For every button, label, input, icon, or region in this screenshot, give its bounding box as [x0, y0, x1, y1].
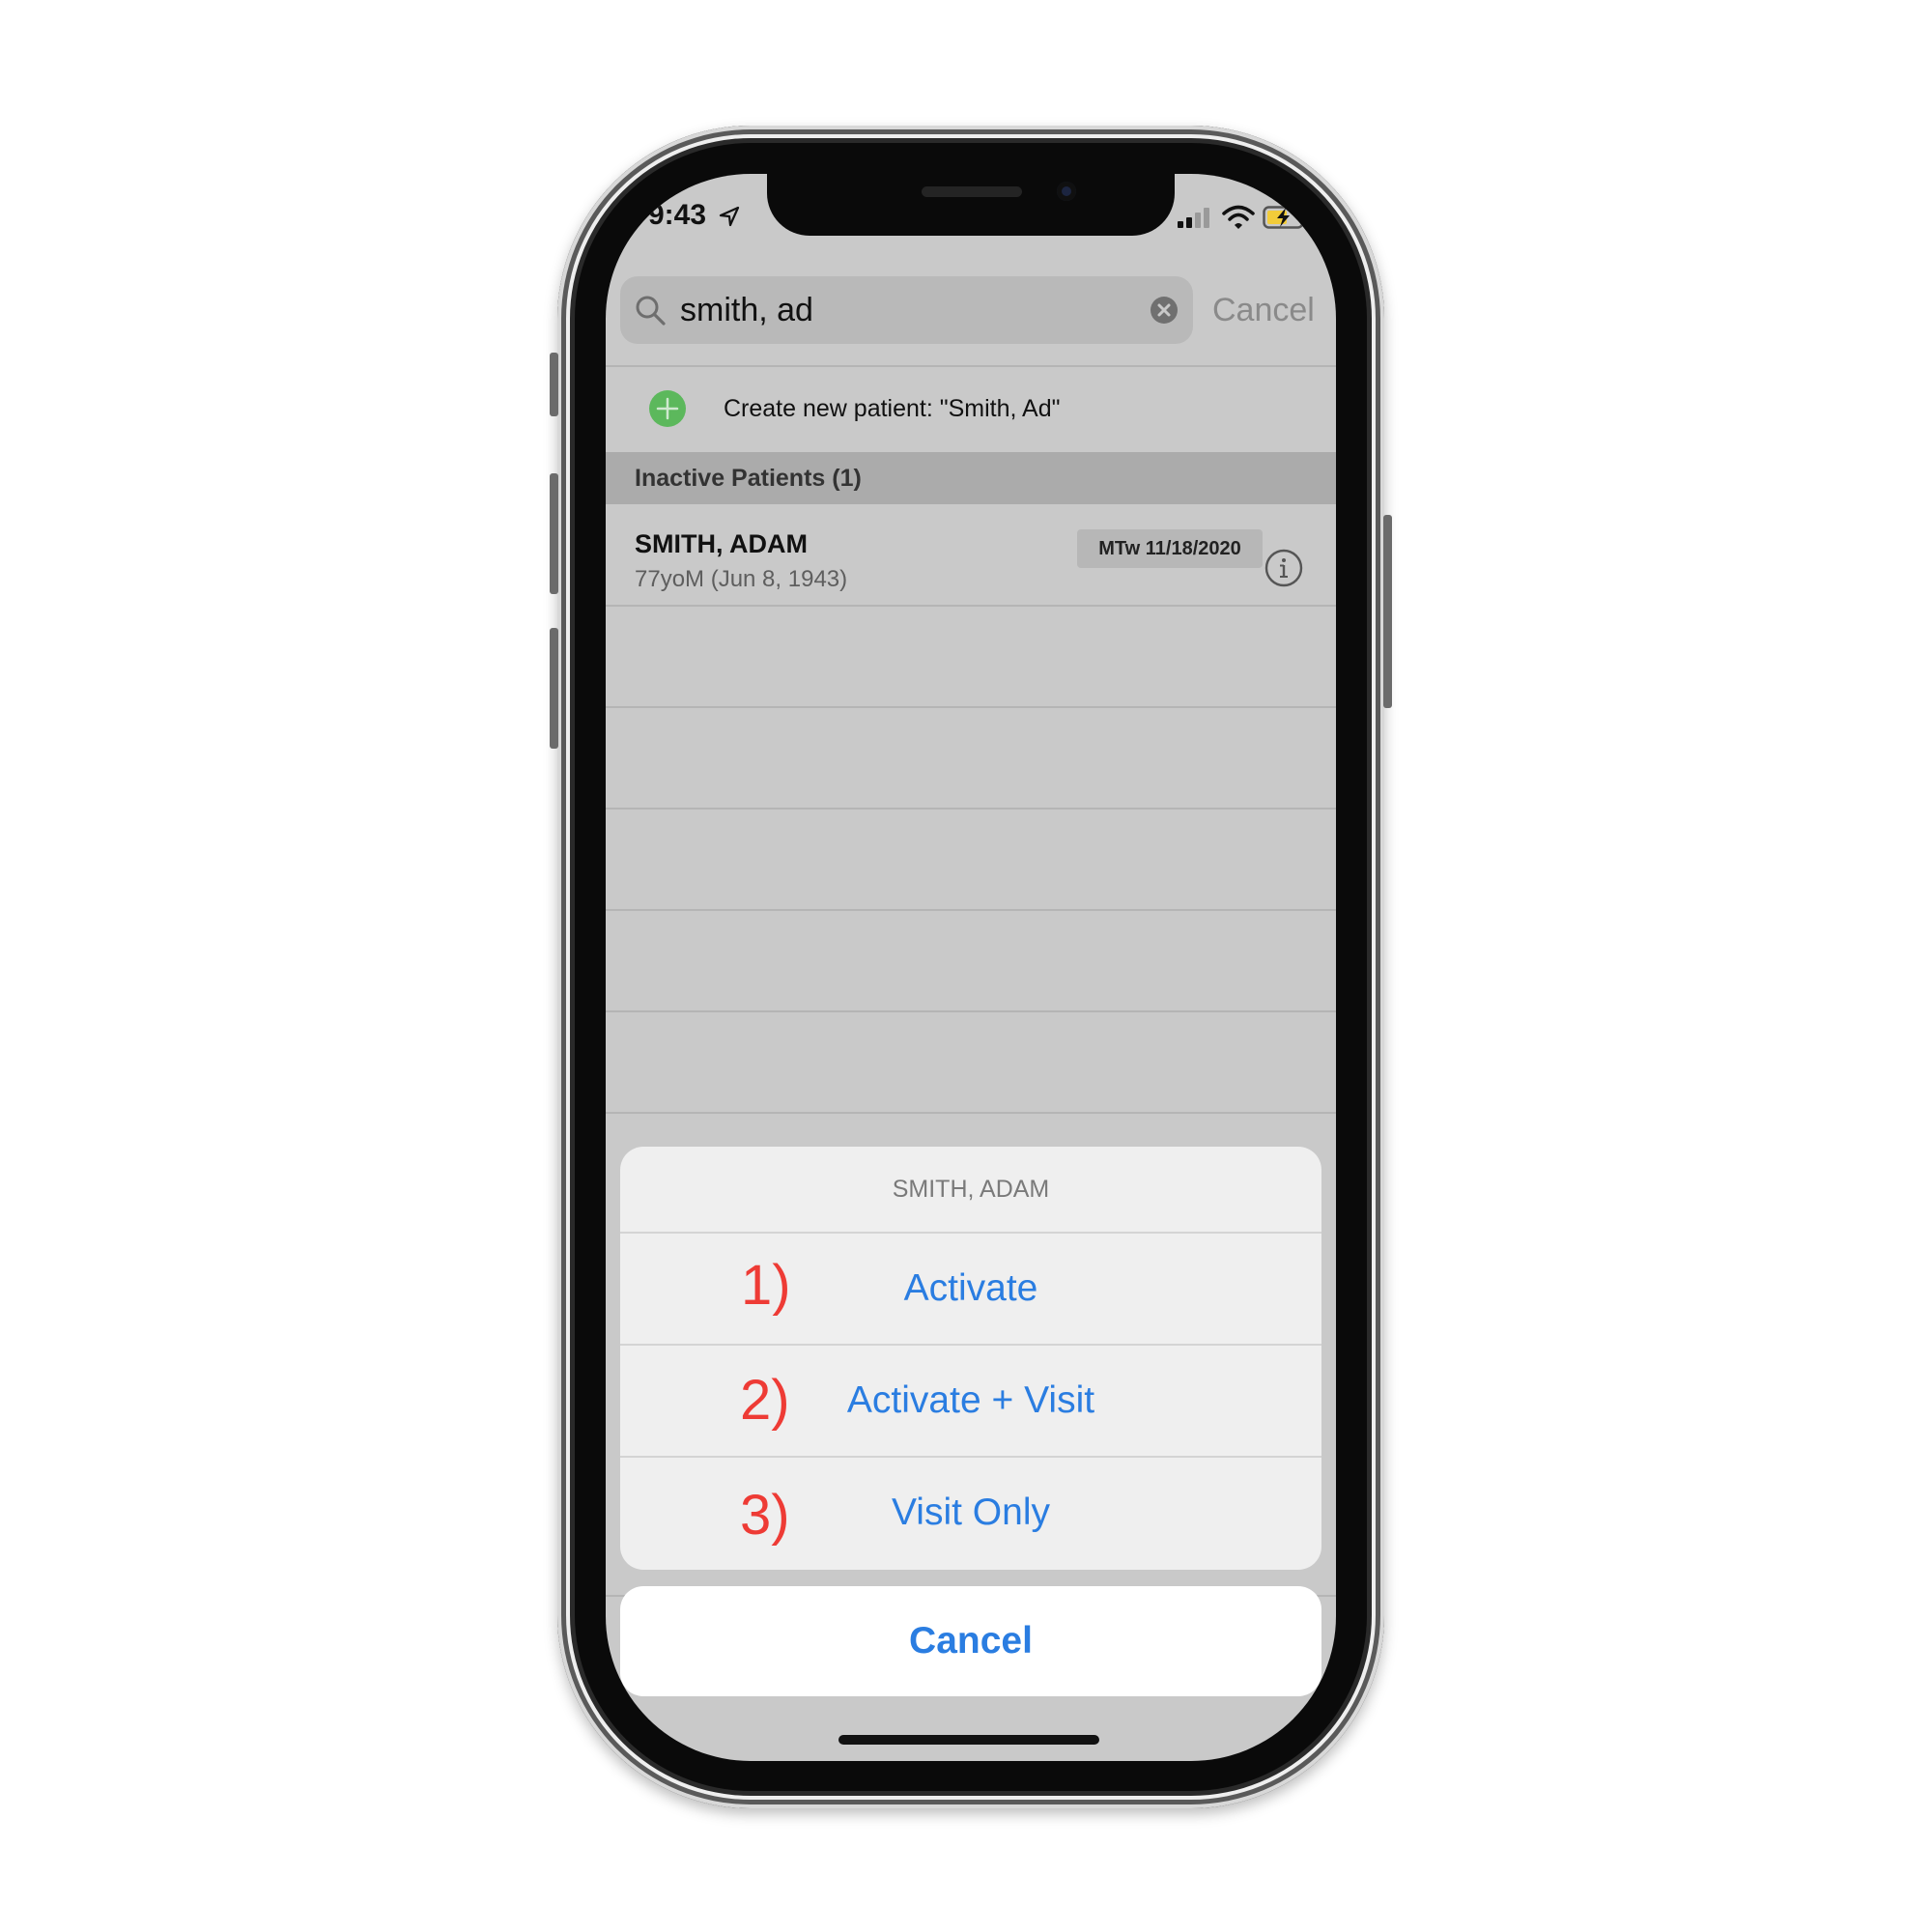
status-time: 9:43 [648, 199, 707, 231]
activate-label: Activate [903, 1267, 1038, 1309]
battery-charging-icon [1263, 206, 1308, 229]
patient-name: SMITH, ADAM [635, 529, 808, 558]
front-camera [1057, 182, 1076, 201]
speaker-grille [922, 186, 1022, 197]
search-cancel-button[interactable]: Cancel [1212, 282, 1315, 338]
step-annotation-3: 3) [740, 1484, 790, 1547]
step-annotation-1: 1) [741, 1254, 791, 1317]
search-field[interactable] [620, 276, 1193, 344]
notch [767, 174, 1175, 236]
volume-down-button [550, 628, 558, 749]
step-annotation-2: 2) [740, 1369, 790, 1432]
volume-up-button [550, 473, 558, 594]
wifi-icon [1222, 205, 1255, 229]
activate-button[interactable]: Activate [620, 1234, 1321, 1344]
search-icon [636, 296, 666, 326]
home-indicator[interactable] [838, 1735, 1099, 1745]
activate-visit-label: Activate + Visit [846, 1379, 1095, 1421]
action-sheet: SMITH, ADAM Activate Activate + Visit Vi… [620, 1147, 1321, 1570]
cellular-signal-icon [1178, 208, 1209, 228]
date-badge: MTw 11/18/2020 [1077, 529, 1263, 568]
section-title: Inactive Patients (1) [635, 465, 862, 492]
section-header: Inactive Patients (1) [606, 452, 1336, 504]
list-separator [606, 1010, 1336, 1012]
list-separator [606, 808, 1336, 810]
visit-only-label: Visit Only [892, 1492, 1050, 1533]
action-sheet-title: SMITH, ADAM [892, 1176, 1050, 1203]
location-arrow-icon [719, 206, 740, 227]
clear-search-icon[interactable] [1150, 296, 1179, 325]
create-new-patient-label: Create new patient: "Smith, Ad" [724, 395, 1061, 422]
patient-details: 77yoM (Jun 8, 1943) [635, 566, 848, 592]
activate-visit-button[interactable]: Activate + Visit [620, 1346, 1321, 1456]
mute-switch [550, 353, 558, 416]
create-new-patient-row[interactable]: Create new patient: "Smith, Ad" [606, 366, 1336, 451]
list-separator [606, 1112, 1336, 1114]
power-button [1383, 515, 1392, 708]
phone-screen: 9:43 smith, ad Cancel Create new patient… [606, 174, 1336, 1761]
info-icon[interactable] [1263, 547, 1305, 589]
add-icon [649, 390, 686, 427]
visit-only-button[interactable]: Visit Only [620, 1458, 1321, 1568]
list-separator [606, 909, 1336, 911]
search-input[interactable] [680, 286, 1134, 334]
patient-row[interactable]: SMITH, ADAM 77yoM (Jun 8, 1943) MTw 11/1… [606, 504, 1336, 605]
list-separator [606, 706, 1336, 708]
action-sheet-cancel-button[interactable]: Cancel [620, 1586, 1321, 1696]
list-separator [606, 605, 1336, 607]
